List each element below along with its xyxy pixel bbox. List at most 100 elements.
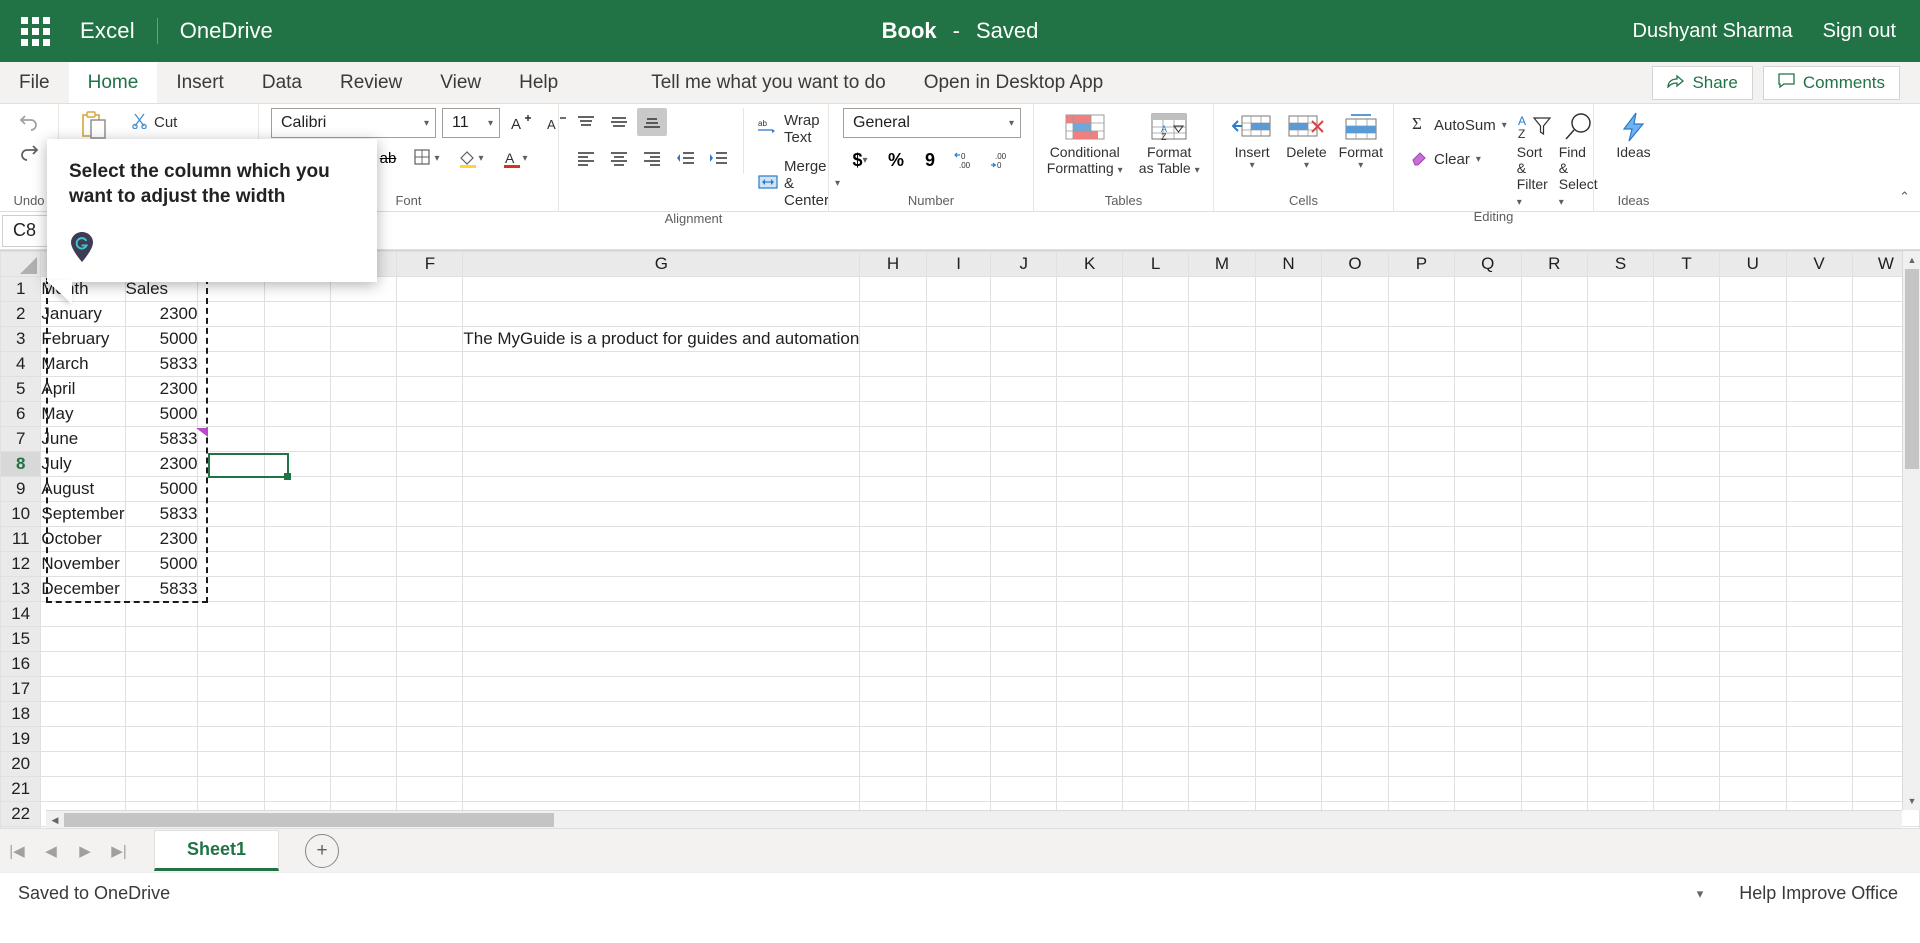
cell-V15[interactable] (1785, 626, 1853, 652)
row-header-19[interactable]: 19 (0, 726, 42, 752)
cell-O1[interactable] (1321, 276, 1389, 302)
row-header-10[interactable]: 10 (0, 501, 42, 527)
horizontal-scroll-thumb[interactable] (64, 813, 554, 827)
cell-K1[interactable] (1056, 276, 1124, 302)
cell-M7[interactable] (1188, 426, 1256, 452)
cell-U16[interactable] (1719, 651, 1787, 677)
column-header-t[interactable]: T (1653, 251, 1721, 277)
cell-L15[interactable] (1122, 626, 1189, 652)
column-header-q[interactable]: Q (1453, 251, 1522, 277)
cell-R21[interactable] (1520, 776, 1588, 802)
cell-T1[interactable] (1653, 276, 1721, 302)
cell-J5[interactable] (990, 376, 1058, 402)
cell-F1[interactable] (396, 276, 464, 302)
cell-J4[interactable] (990, 351, 1058, 377)
cell-R6[interactable] (1520, 401, 1588, 427)
row-header-23[interactable]: 23 (0, 826, 42, 828)
column-header-n[interactable]: N (1254, 251, 1323, 277)
cell-Q17[interactable] (1453, 676, 1522, 702)
cell-R19[interactable] (1520, 726, 1588, 752)
increase-indent-button[interactable] (703, 144, 733, 172)
cell-S17[interactable] (1586, 676, 1655, 702)
cell-Q2[interactable] (1453, 301, 1522, 327)
cell-B13[interactable]: 5833 (124, 576, 199, 602)
cell-V6[interactable] (1785, 401, 1853, 427)
cell-N2[interactable] (1254, 301, 1323, 327)
cell-V8[interactable] (1785, 451, 1853, 477)
cell-M10[interactable] (1188, 501, 1256, 527)
cell-H8[interactable] (859, 451, 927, 477)
cell-D13[interactable] (263, 576, 332, 602)
prev-sheet-icon[interactable]: ◀ (34, 834, 68, 868)
cell-C4[interactable] (197, 351, 265, 377)
cell-A18[interactable] (40, 701, 126, 727)
cell-A4[interactable]: March (40, 351, 126, 377)
cell-G9[interactable] (462, 476, 861, 502)
cell-A2[interactable]: January (40, 301, 126, 327)
cell-N9[interactable] (1254, 476, 1323, 502)
cell-U18[interactable] (1719, 701, 1787, 727)
cell-Q9[interactable] (1453, 476, 1522, 502)
align-right-button[interactable] (637, 144, 667, 172)
cell-P9[interactable] (1387, 476, 1455, 502)
cell-R18[interactable] (1520, 701, 1588, 727)
cell-R8[interactable] (1520, 451, 1588, 477)
cell-L16[interactable] (1122, 651, 1189, 677)
cell-G20[interactable] (462, 751, 861, 777)
ideas-button[interactable]: Ideas (1601, 108, 1667, 160)
cell-O21[interactable] (1321, 776, 1389, 802)
cell-M20[interactable] (1188, 751, 1256, 777)
cell-L7[interactable] (1122, 426, 1189, 452)
cell-M15[interactable] (1188, 626, 1256, 652)
cell-A3[interactable]: February (40, 326, 126, 352)
cell-R9[interactable] (1520, 476, 1588, 502)
cell-N12[interactable] (1254, 551, 1323, 577)
cell-V12[interactable] (1785, 551, 1853, 577)
cell-L9[interactable] (1122, 476, 1189, 502)
cell-D5[interactable] (263, 376, 332, 402)
cell-A13[interactable]: December (40, 576, 126, 602)
cell-J12[interactable] (990, 551, 1058, 577)
cell-K13[interactable] (1056, 576, 1124, 602)
cell-F6[interactable] (396, 401, 464, 427)
cell-F2[interactable] (396, 301, 464, 327)
cell-V11[interactable] (1785, 526, 1853, 552)
cell-M16[interactable] (1188, 651, 1256, 677)
cell-J11[interactable] (990, 526, 1058, 552)
cell-U8[interactable] (1719, 451, 1787, 477)
cell-A9[interactable]: August (40, 476, 126, 502)
cell-M17[interactable] (1188, 676, 1256, 702)
sheet-tab-sheet1[interactable]: Sheet1 (154, 830, 280, 871)
cell-I1[interactable] (925, 276, 992, 302)
cell-E4[interactable] (330, 351, 398, 377)
cell-U6[interactable] (1719, 401, 1787, 427)
cell-F16[interactable] (396, 651, 464, 677)
cell-P4[interactable] (1387, 351, 1455, 377)
cell-I4[interactable] (925, 351, 992, 377)
cell-D2[interactable] (263, 301, 332, 327)
cell-C2[interactable] (197, 301, 265, 327)
tab-insert[interactable]: Insert (157, 62, 243, 103)
cell-A19[interactable] (40, 726, 126, 752)
cell-K3[interactable] (1056, 326, 1124, 352)
cell-L13[interactable] (1122, 576, 1189, 602)
increase-decimal-button[interactable]: 0.00 (949, 146, 981, 174)
column-header-h[interactable]: H (859, 251, 927, 277)
cell-U1[interactable] (1719, 276, 1787, 302)
row-header-21[interactable]: 21 (0, 776, 42, 802)
cell-C13[interactable] (197, 576, 265, 602)
cell-K18[interactable] (1056, 701, 1124, 727)
tab-help[interactable]: Help (500, 62, 577, 103)
cell-J7[interactable] (990, 426, 1058, 452)
cell-T16[interactable] (1653, 651, 1721, 677)
cell-M19[interactable] (1188, 726, 1256, 752)
cell-Q10[interactable] (1453, 501, 1522, 527)
cell-M4[interactable] (1188, 351, 1256, 377)
cell-M14[interactable] (1188, 601, 1256, 627)
number-format-select[interactable]: General ▾ (843, 108, 1021, 138)
cell-B17[interactable] (124, 676, 199, 702)
cell-K5[interactable] (1056, 376, 1124, 402)
cell-G21[interactable] (462, 776, 861, 802)
first-sheet-icon[interactable]: |◀ (0, 834, 34, 868)
cell-Q13[interactable] (1453, 576, 1522, 602)
